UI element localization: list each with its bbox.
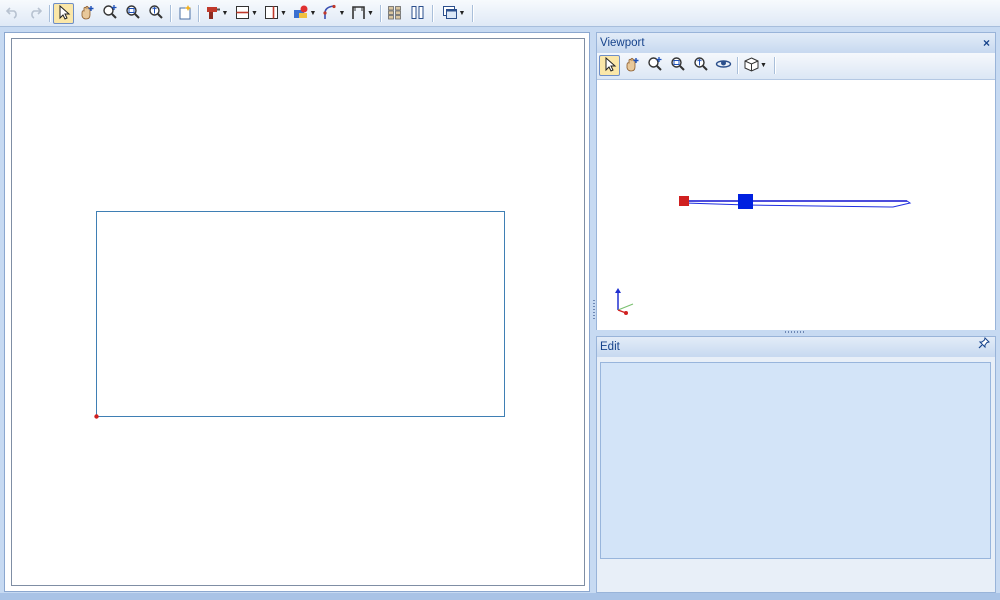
horizontal-splitter-grip[interactable] xyxy=(785,331,805,333)
window-layout-icon xyxy=(442,5,458,23)
zoom-in-icon xyxy=(647,56,663,75)
viewport-header: Viewport × xyxy=(597,33,995,53)
vp-view-cube-dropdown-button[interactable]: ▼ xyxy=(741,55,770,76)
zoom-window-button[interactable] xyxy=(122,3,143,24)
viewport-panel: Viewport × ▼ xyxy=(596,32,996,330)
frame-dropdown-button[interactable]: ▼ xyxy=(349,3,376,24)
origin-marker[interactable] xyxy=(679,196,689,206)
zoom-in-icon xyxy=(102,4,118,23)
curve-icon xyxy=(322,4,338,23)
splitter-grip xyxy=(593,300,595,320)
main-toolbar: ▼ ▼ ▼ ▼ ▼ ▼ ▼ xyxy=(0,0,1000,27)
vp-select-button[interactable] xyxy=(599,55,620,76)
toolbar-separator xyxy=(472,5,474,22)
chevron-down-icon: ▼ xyxy=(338,10,346,17)
origin-marker[interactable] xyxy=(94,414,99,419)
toolbar-separator xyxy=(380,5,382,22)
viewport-svg xyxy=(615,194,912,315)
undo-button[interactable] xyxy=(3,3,23,24)
chevron-down-icon: ▼ xyxy=(760,62,767,69)
status-strip xyxy=(0,593,1000,600)
chevron-down-icon: ▼ xyxy=(309,10,317,17)
frame-icon xyxy=(351,5,366,23)
hardware-dropdown-button[interactable]: ▼ xyxy=(291,3,318,24)
hardware-icon xyxy=(293,4,309,23)
close-icon[interactable]: × xyxy=(983,33,990,53)
toolbar-separator xyxy=(198,5,200,22)
vp-zoom-in-button[interactable] xyxy=(644,55,665,76)
select-arrow-icon xyxy=(57,4,71,23)
zoom-extents-button[interactable] xyxy=(145,3,166,24)
chevron-down-icon: ▼ xyxy=(251,10,258,17)
columns-layout-icon xyxy=(410,5,425,23)
window-layout-dropdown-button[interactable]: ▼ xyxy=(439,3,468,24)
model-slab xyxy=(684,200,912,208)
axis-triad-icon xyxy=(615,288,634,315)
viewport-toolbar: ▼ xyxy=(597,53,995,80)
pan-hand-icon xyxy=(79,4,95,23)
properties-area[interactable] xyxy=(600,362,991,559)
vp-zoom-extents-button[interactable] xyxy=(690,55,711,76)
vp-zoom-window-button[interactable] xyxy=(667,55,688,76)
edit-body xyxy=(597,357,995,592)
curve-dropdown-button[interactable]: ▼ xyxy=(320,3,347,24)
new-element-button[interactable] xyxy=(174,3,195,24)
edit-panel: Edit xyxy=(596,336,996,593)
vp-pan-button[interactable] xyxy=(621,55,642,76)
chevron-down-icon: ▼ xyxy=(367,10,374,17)
grid-layout-button[interactable] xyxy=(384,3,405,24)
toolbar-separator xyxy=(170,5,172,22)
edit-title: Edit xyxy=(600,341,620,353)
chevron-down-icon: ▼ xyxy=(280,10,287,17)
zoom-extents-icon xyxy=(148,4,164,23)
columns-layout-button[interactable] xyxy=(407,3,428,24)
pin-icon[interactable] xyxy=(978,337,990,357)
select-arrow-icon xyxy=(603,56,617,75)
selection-handle[interactable] xyxy=(738,194,753,209)
drill-icon xyxy=(205,4,221,23)
chevron-down-icon: ▼ xyxy=(458,10,466,17)
chevron-down-icon: ▼ xyxy=(221,10,229,17)
zoom-window-icon xyxy=(125,4,141,23)
drawing-svg xyxy=(94,211,505,419)
vp-orbit-button[interactable] xyxy=(713,55,734,76)
horizontal-divider-dropdown-button[interactable]: ▼ xyxy=(233,3,260,24)
vertical-divider-dropdown-button[interactable]: ▼ xyxy=(262,3,289,24)
redo-button[interactable] xyxy=(25,3,45,24)
grid-layout-icon xyxy=(387,5,402,23)
drawing-canvas[interactable] xyxy=(11,38,585,586)
drill-dropdown-button[interactable]: ▼ xyxy=(202,3,231,24)
vertical-divider-icon xyxy=(264,5,279,23)
drawing-canvas-frame xyxy=(4,32,590,592)
toolbar-separator xyxy=(49,5,51,22)
view-cube-icon xyxy=(744,56,759,75)
orbit-icon xyxy=(715,57,732,74)
viewport-title: Viewport xyxy=(600,37,645,49)
toolbar-separator xyxy=(737,57,739,74)
redo-icon xyxy=(28,5,43,22)
horizontal-divider-icon xyxy=(235,5,250,23)
toolbar-separator xyxy=(774,57,776,74)
zoom-in-button[interactable] xyxy=(99,3,120,24)
zoom-window-icon xyxy=(670,56,686,75)
new-element-icon xyxy=(177,4,193,23)
viewport-3d-view[interactable] xyxy=(597,80,995,330)
toolbar-separator xyxy=(432,5,434,22)
zoom-extents-icon xyxy=(693,56,709,75)
undo-icon xyxy=(5,5,20,22)
edit-header: Edit xyxy=(597,337,995,357)
pan-tool-button[interactable] xyxy=(76,3,97,24)
pan-hand-icon xyxy=(624,56,640,75)
select-tool-button[interactable] xyxy=(53,3,74,24)
sheet-outline[interactable] xyxy=(96,211,505,417)
